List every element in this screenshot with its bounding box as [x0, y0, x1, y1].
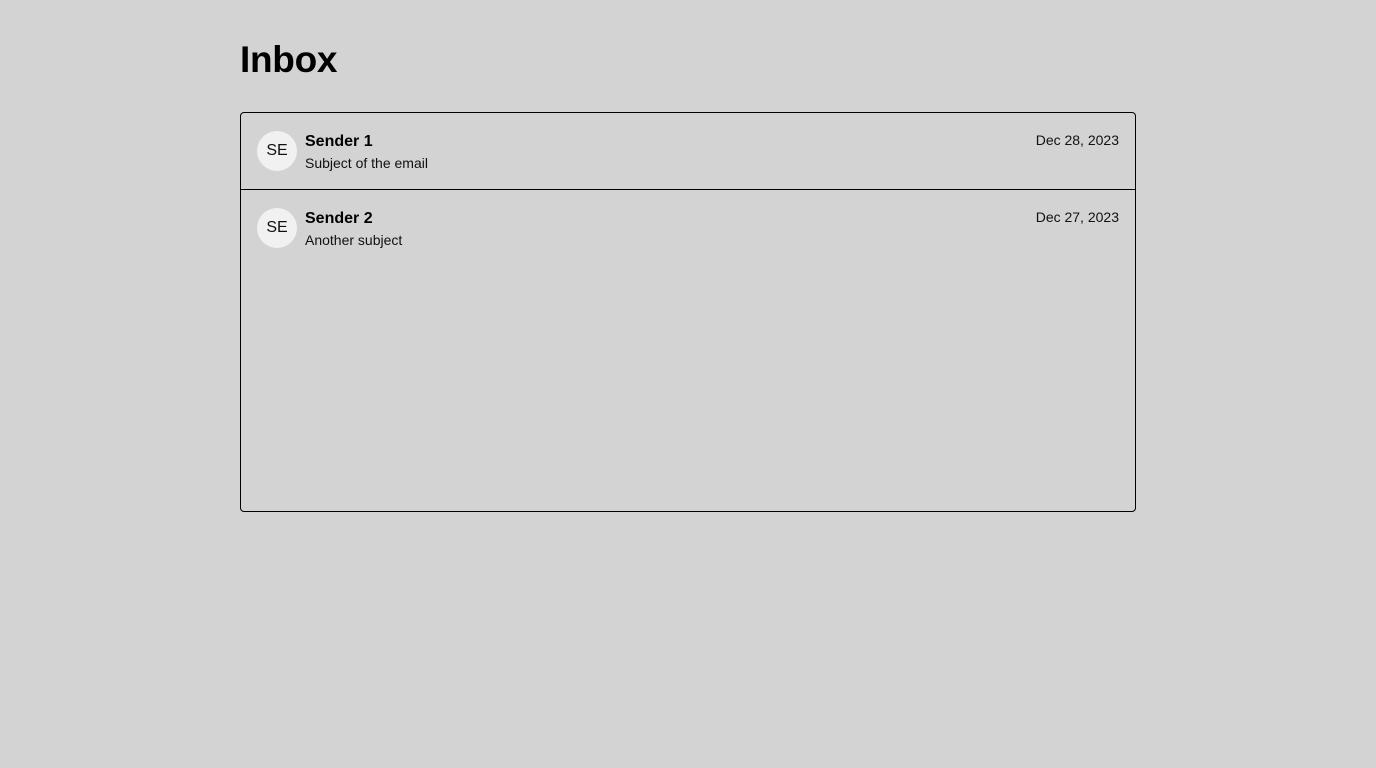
avatar: SE — [257, 208, 297, 248]
email-row[interactable]: SE Sender 2 Another subject Dec 27, 2023 — [241, 190, 1135, 266]
email-date: Dec 28, 2023 — [1035, 132, 1119, 148]
email-text: Sender 2 Another subject — [305, 208, 402, 250]
email-row[interactable]: SE Sender 1 Subject of the email Dec 28,… — [241, 113, 1135, 190]
avatar: SE — [257, 131, 297, 171]
email-sender: Sender 2 — [305, 210, 373, 227]
email-sender: Sender 1 — [305, 133, 373, 150]
inbox-page: Inbox SE Sender 1 Subject of the email D… — [240, 0, 1136, 512]
email-text: Sender 1 Subject of the email — [305, 131, 428, 173]
email-list: SE Sender 1 Subject of the email Dec 28,… — [240, 112, 1136, 512]
email-date: Dec 27, 2023 — [1035, 209, 1119, 225]
email-subject: Subject of the email — [305, 155, 428, 171]
page-title: Inbox — [240, 39, 338, 80]
email-subject: Another subject — [305, 232, 403, 248]
